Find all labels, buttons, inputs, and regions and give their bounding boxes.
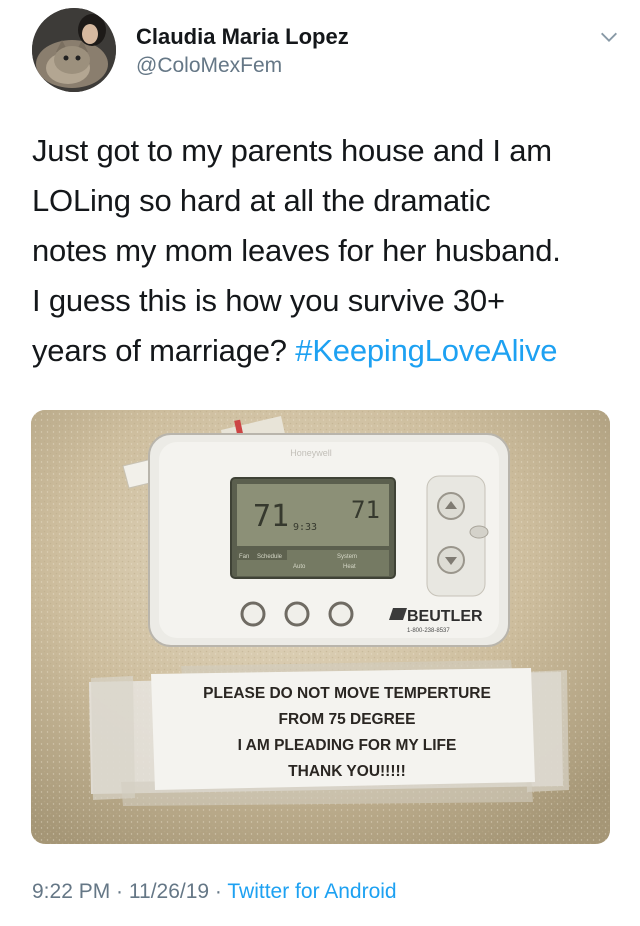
tweet-line-end: years of marriage? bbox=[32, 333, 287, 368]
display-time: 9:33 bbox=[293, 522, 317, 533]
honeywell-logo: Honeywell bbox=[290, 448, 332, 458]
brand-name: BEUTLER bbox=[407, 608, 483, 625]
tweet-photo[interactable]: Honeywell 71 9:33 71 Fan Schedule Auto S… bbox=[31, 410, 610, 844]
tweet-header: Claudia Maria Lopez @ColoMexFem bbox=[32, 8, 620, 96]
meta-separator: · bbox=[209, 880, 228, 903]
tweet-line: LOLing so hard at all the dramatic bbox=[32, 183, 491, 218]
display-label-fan: Fan bbox=[239, 554, 249, 560]
tweet-line: I guess this is how you survive 30+ bbox=[32, 283, 505, 318]
tweet-time[interactable]: 9:22 PM bbox=[32, 880, 110, 903]
thermostat-photo: Honeywell 71 9:33 71 Fan Schedule Auto S… bbox=[31, 410, 610, 844]
tweet-source-link[interactable]: Twitter for Android bbox=[227, 880, 396, 903]
note-line: FROM 75 DEGREE bbox=[279, 711, 416, 728]
meta-separator: · bbox=[110, 880, 129, 903]
thermostat-button-3 bbox=[328, 601, 354, 627]
chevron-down-icon[interactable] bbox=[598, 26, 620, 48]
user-with-cat-avatar-icon bbox=[32, 8, 116, 92]
note-line: PLEASE DO NOT MOVE TEMPERTURE bbox=[203, 685, 491, 702]
avatar[interactable] bbox=[32, 8, 116, 92]
thermostat: Honeywell 71 9:33 71 Fan Schedule Auto S… bbox=[148, 433, 510, 647]
tweet-text: Just got to my parents house and I am LO… bbox=[32, 126, 622, 376]
tweet-line: years of marriage? #KeepingLoveAlive bbox=[32, 326, 622, 376]
display-left-temp: 71 bbox=[253, 499, 289, 534]
tweet-date[interactable]: 11/26/19 bbox=[129, 880, 209, 903]
thermostat-button-2 bbox=[284, 601, 310, 627]
note-line: THANK YOU!!!!! bbox=[288, 763, 406, 780]
hashtag-link[interactable]: #KeepingLoveAlive bbox=[295, 333, 557, 368]
user-handle[interactable]: @ColoMexFem bbox=[136, 54, 282, 78]
display-name[interactable]: Claudia Maria Lopez bbox=[136, 24, 349, 50]
display-right-temp: 71 bbox=[351, 496, 380, 524]
brand-phone: 1-800-238-8537 bbox=[407, 628, 450, 634]
display-label-schedule: Schedule bbox=[257, 554, 283, 560]
thermostat-button-1 bbox=[240, 601, 266, 627]
hold-button bbox=[469, 525, 489, 539]
note-line: I AM PLEADING FOR MY LIFE bbox=[238, 737, 457, 754]
display-label-system: System bbox=[337, 554, 357, 560]
tweet-meta: 9:22 PM · 11/26/19 · Twitter for Android bbox=[32, 880, 397, 904]
tweet-line: Just got to my parents house and I am bbox=[32, 133, 552, 168]
taped-note: PLEASE DO NOT MOVE TEMPERTURE FROM 75 DE… bbox=[89, 660, 569, 806]
tweet-line: notes my mom leaves for her husband. bbox=[32, 233, 561, 268]
display-label-heat: Heat bbox=[343, 564, 356, 570]
display-label-auto: Auto bbox=[293, 564, 306, 570]
